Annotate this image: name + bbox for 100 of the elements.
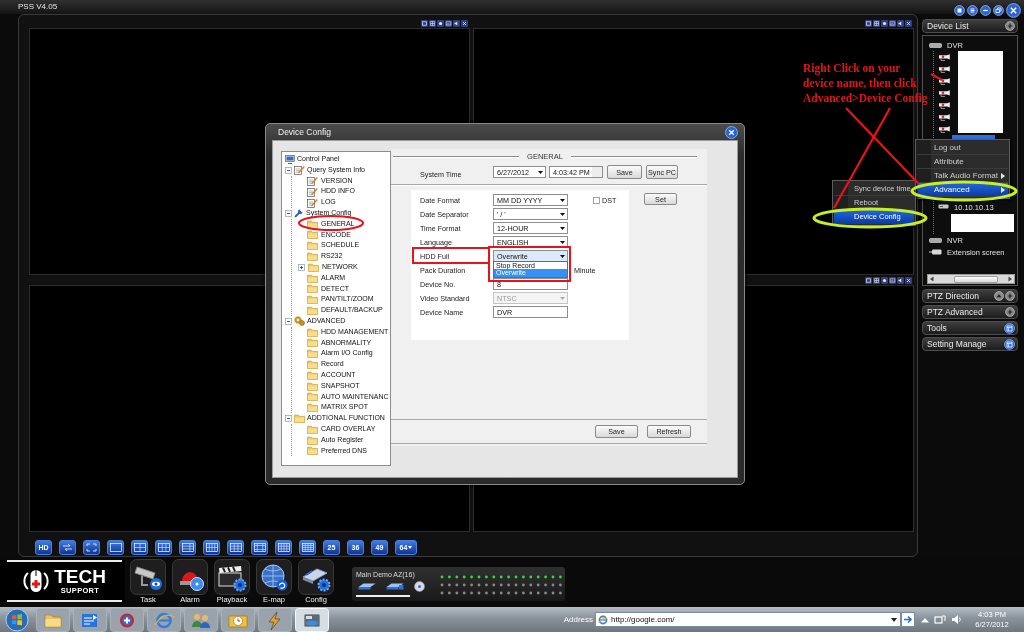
- section-header[interactable]: PTZ Advanced: [922, 305, 1018, 319]
- speaker-icon[interactable]: [453, 19, 460, 27]
- expand-icon[interactable]: [298, 263, 305, 271]
- record-icon[interactable]: [881, 276, 888, 284]
- camera-icon[interactable]: [938, 113, 951, 121]
- address-label: Address: [563, 615, 593, 624]
- annotation-text: Right Click on your device name, then click Advanced>Device Config: [803, 61, 928, 106]
- list-icon[interactable]: [967, 5, 978, 16]
- folder-icon: [307, 349, 318, 359]
- folder-icon: [307, 381, 318, 391]
- camera-icon[interactable]: [938, 101, 951, 109]
- layout-button[interactable]: [83, 540, 100, 555]
- layout-button[interactable]: [227, 540, 244, 555]
- close-icon[interactable]: [1006, 3, 1021, 18]
- add-icon[interactable]: [1005, 21, 1015, 31]
- lightning-icon[interactable]: [258, 607, 292, 632]
- record-icon[interactable]: [881, 19, 888, 27]
- layout-button[interactable]: [107, 540, 124, 555]
- window-icon[interactable]: [1004, 338, 1015, 350]
- collapse-icon[interactable]: [285, 209, 292, 217]
- address-bar[interactable]: http://google.com/: [595, 612, 901, 627]
- app-window-icon[interactable]: [295, 607, 329, 632]
- caret-icon: [560, 296, 565, 300]
- section-header[interactable]: Tools: [922, 321, 1018, 335]
- close-icon[interactable]: [461, 19, 468, 27]
- tile-icon[interactable]: [873, 276, 880, 284]
- folder-icon: [307, 424, 318, 434]
- tile-icon[interactable]: [429, 19, 436, 27]
- collapse-icon[interactable]: [285, 415, 292, 422]
- split-screen-icon: [229, 543, 242, 552]
- restore-icon[interactable]: [993, 5, 1004, 16]
- layout-button[interactable]: [179, 540, 196, 555]
- folder-icon: [307, 306, 318, 316]
- split-screen-icon: [157, 543, 170, 552]
- windows-orb-icon[interactable]: [5, 607, 29, 632]
- picture-icon[interactable]: [445, 19, 452, 27]
- device-list-header[interactable]: Device List: [922, 19, 1018, 33]
- close-icon[interactable]: [725, 125, 738, 139]
- folder-icon: [307, 435, 318, 445]
- record-icon[interactable]: [437, 19, 444, 27]
- tile-icon[interactable]: [873, 19, 880, 27]
- layout-button[interactable]: [155, 540, 172, 555]
- picture-icon[interactable]: [889, 276, 896, 284]
- camera-icon[interactable]: [938, 125, 951, 133]
- mail-clock-icon[interactable]: [221, 607, 255, 632]
- checkbox[interactable]: [593, 196, 600, 204]
- picture-icon[interactable]: [889, 19, 896, 27]
- collapse-icon[interactable]: [285, 166, 292, 174]
- camera-icon[interactable]: [938, 77, 951, 85]
- scroll-left-icon[interactable]: [929, 276, 935, 282]
- caret-icon[interactable]: [891, 617, 897, 622]
- address-field[interactable]: http://google.com/: [611, 614, 888, 625]
- menu-item[interactable]: Attribute: [917, 155, 1008, 169]
- close-icon[interactable]: [905, 276, 912, 284]
- section-header[interactable]: PTZ Direction: [922, 289, 1018, 303]
- people-icon[interactable]: [184, 607, 218, 632]
- computer-icon: [285, 154, 295, 164]
- dvr-icon: [929, 237, 942, 243]
- collapse-icon[interactable]: [285, 317, 292, 325]
- camera-icon[interactable]: [938, 53, 951, 61]
- recorder-icon: [386, 583, 404, 590]
- horizontal-scrollbar[interactable]: [927, 274, 1015, 284]
- folder-icon: [307, 230, 318, 240]
- network-icon[interactable]: [934, 614, 946, 625]
- scroll-right-icon[interactable]: [1007, 276, 1013, 282]
- split-screen-icon: [181, 543, 194, 552]
- caret-icon: [408, 546, 413, 549]
- caret-up-icon[interactable]: [921, 616, 929, 623]
- minimize-icon[interactable]: [980, 5, 991, 16]
- close-icon[interactable]: [905, 19, 912, 27]
- camera-icon[interactable]: [938, 89, 951, 97]
- menu-item[interactable]: Log out: [917, 141, 1008, 155]
- logo-title: TECH: [54, 567, 106, 586]
- folder-icon: [307, 273, 318, 283]
- add-icon[interactable]: [1005, 291, 1015, 301]
- add-icon[interactable]: [1005, 307, 1015, 317]
- folder-icon: [307, 241, 318, 251]
- layout-button[interactable]: [299, 540, 316, 555]
- layout-button[interactable]: [59, 540, 76, 555]
- device-gear-icon: [298, 559, 334, 595]
- gears-icon: [294, 316, 305, 327]
- up-icon[interactable]: [994, 291, 1004, 301]
- camera-icon[interactable]: [938, 65, 951, 73]
- folder-icon: [307, 219, 318, 229]
- layout-button[interactable]: [203, 540, 220, 555]
- scrollbar-thumb[interactable]: [954, 275, 998, 283]
- layout-button[interactable]: [275, 540, 292, 555]
- square-icon[interactable]: [954, 5, 965, 16]
- notepad-icon: [307, 176, 318, 186]
- layout-button[interactable]: [251, 540, 268, 555]
- dvr-icon: [929, 42, 942, 48]
- section-header[interactable]: Setting Manage: [922, 337, 1018, 351]
- disc-icon: [414, 581, 425, 592]
- device-icon: [938, 204, 949, 210]
- caret-icon: [560, 254, 565, 258]
- window-icon[interactable]: [1004, 322, 1015, 334]
- go-arrow-icon[interactable]: [901, 612, 915, 627]
- speaker-icon[interactable]: [897, 276, 904, 284]
- layout-button[interactable]: [131, 540, 148, 555]
- speaker-icon[interactable]: [897, 19, 904, 27]
